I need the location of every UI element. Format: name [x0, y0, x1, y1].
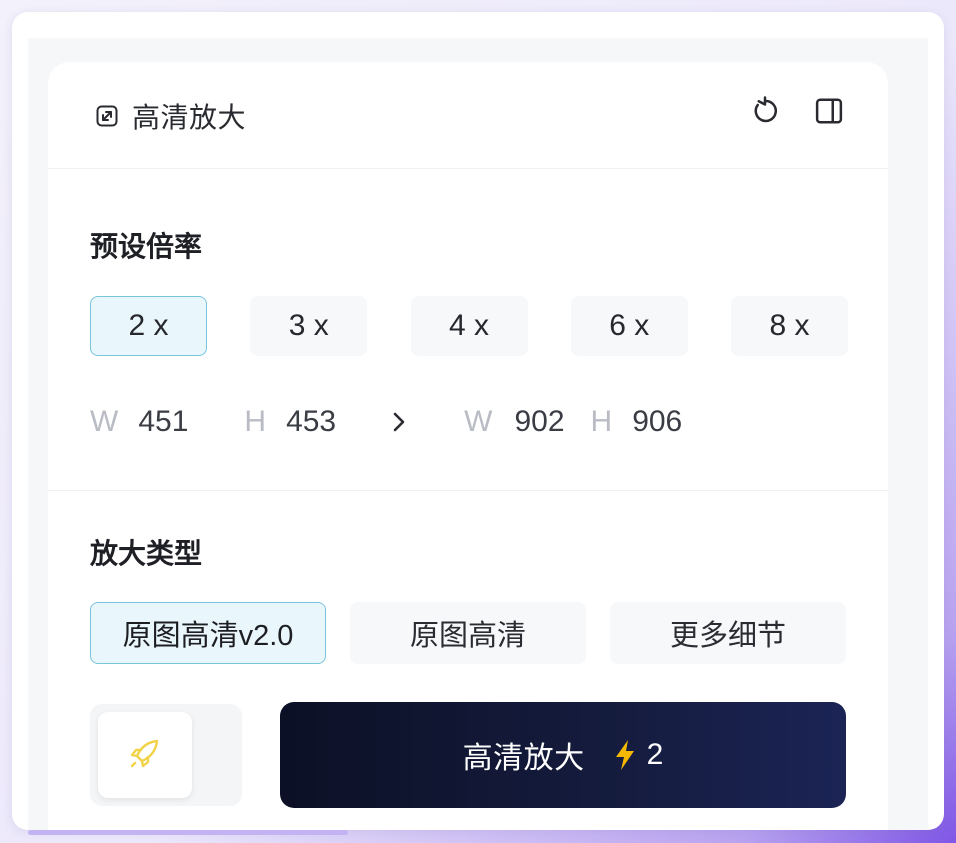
source-width-value: 451 [138, 405, 189, 438]
target-width-value: 902 [514, 405, 565, 438]
dimension-readout: W 451 H 453 W 902 H 906 [90, 404, 682, 440]
panel-header: 高清放大 [48, 62, 888, 169]
upscale-submit-button[interactable]: 高清放大 2 [280, 702, 846, 808]
preset-scale-options: 2 x 3 x 4 x 6 x 8 x [90, 296, 848, 356]
source-height-label: H [244, 405, 267, 438]
preset-scale-heading: 预设倍率 [90, 231, 203, 262]
source-height-value: 453 [286, 405, 337, 438]
boost-toggle-track [90, 704, 242, 806]
upscale-submit-label: 高清放大 [462, 742, 585, 775]
type-option-hd-v2[interactable]: 原图高清v2.0 [90, 602, 326, 664]
upscale-type-heading: 放大类型 [90, 538, 203, 569]
scale-option-8x[interactable]: 8 x [731, 296, 848, 356]
type-option-more-detail[interactable]: 更多细节 [610, 602, 846, 664]
section-divider [48, 490, 888, 491]
credit-cost: 2 [646, 738, 664, 771]
chevron-right-icon [388, 407, 410, 437]
upscale-panel: 高清放大 预设倍率 2 x 3 x 4 x 6 x 8 x W 451 H 45… [48, 62, 888, 830]
header-actions [748, 94, 846, 128]
app-window: 高清放大 预设倍率 2 x 3 x 4 x 6 x 8 x W 451 H 45… [12, 12, 944, 830]
scale-option-6x[interactable]: 6 x [570, 296, 688, 356]
lightning-icon [611, 738, 639, 772]
reset-icon[interactable] [748, 94, 782, 128]
scale-option-3x[interactable]: 3 x [250, 296, 368, 356]
expand-icon [94, 103, 120, 129]
scale-option-2x[interactable]: 2 x [90, 296, 207, 356]
type-option-hd[interactable]: 原图高清 [350, 602, 586, 664]
scroll-indicator [28, 830, 348, 835]
side-panel-icon[interactable] [812, 94, 846, 128]
target-height-label: H [590, 405, 613, 438]
boost-button[interactable] [98, 712, 192, 798]
rocket-icon [124, 732, 166, 779]
target-height-value: 906 [632, 405, 683, 438]
target-width-label: W [464, 405, 493, 438]
scale-option-4x[interactable]: 4 x [410, 296, 528, 356]
panel-title: 高清放大 [132, 102, 247, 133]
panel-title-group: 高清放大 [94, 96, 246, 136]
source-width-label: W [90, 405, 119, 438]
upscale-type-options: 原图高清v2.0 原图高清 更多细节 [90, 602, 846, 664]
